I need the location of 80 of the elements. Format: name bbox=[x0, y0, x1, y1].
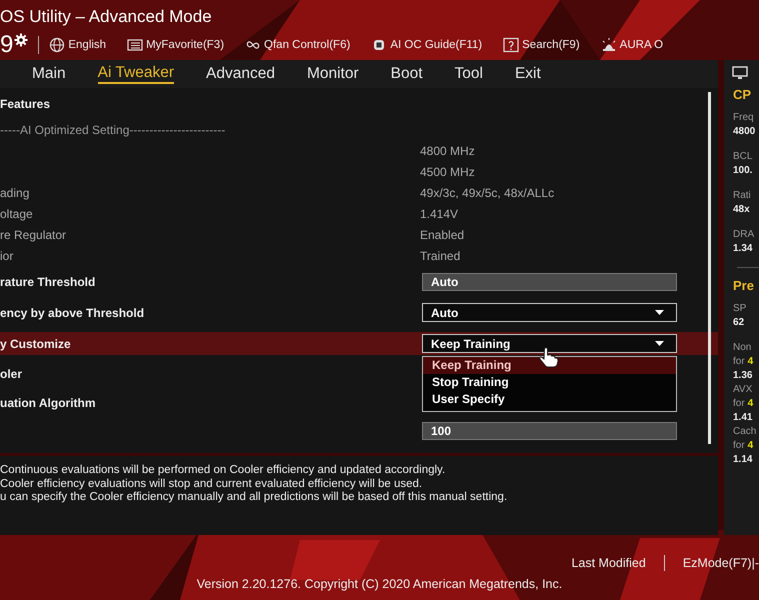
setting-value: Trained bbox=[420, 248, 460, 262]
toolbar-link[interactable]: AURA O bbox=[620, 39, 664, 51]
section-heading: Features bbox=[0, 97, 50, 111]
menu-tab[interactable]: Boot bbox=[390, 64, 423, 84]
toolbar-link[interactable]: Qfan Control(F6) bbox=[264, 39, 350, 51]
help-text: Continuous evaluations will be performed on Cooler efficiency and updated accordingly. bbox=[0, 464, 446, 478]
section-heading: Pre bbox=[733, 278, 755, 293]
folder-icon[interactable] bbox=[127, 39, 143, 51]
menu-tab[interactable]: Advanced bbox=[206, 64, 275, 84]
last-modified-link[interactable]: Last Modified bbox=[571, 556, 646, 570]
menu-tab[interactable]: Exit bbox=[514, 64, 541, 84]
toolbar-link[interactable]: Search(F9) bbox=[522, 39, 580, 51]
monitor-value: 1.36 bbox=[733, 369, 754, 383]
setting-label: ading bbox=[0, 186, 30, 200]
monitor-label: Non bbox=[733, 341, 752, 355]
monitor-value: 1.14 bbox=[733, 453, 754, 467]
setting-label: y Customize bbox=[0, 336, 71, 350]
monitor-label: for bbox=[733, 355, 745, 369]
input-field[interactable]: 100 bbox=[422, 422, 677, 440]
globe-icon[interactable] bbox=[50, 38, 64, 52]
help-text: u can specify the Cooler efficiency manually and all predictions will be based off this manual setting. bbox=[0, 491, 508, 504]
monitor-value: 1.34 bbox=[733, 242, 754, 256]
toolbar-link[interactable]: MyFavorite(F3) bbox=[146, 39, 224, 51]
monitor-label: SP bbox=[733, 302, 748, 316]
monitor-icon[interactable] bbox=[732, 66, 748, 78]
setting-value: 1.414V bbox=[420, 206, 458, 220]
monitor-value: 4 bbox=[748, 439, 754, 453]
setting-label: ior bbox=[0, 248, 14, 262]
menu-tab[interactable]: Main bbox=[32, 64, 66, 84]
setting-value: 4800 MHz bbox=[420, 144, 475, 158]
monitor-value: 1.41 bbox=[733, 411, 754, 425]
menu-option[interactable]: Keep Training bbox=[423, 357, 676, 374]
section-separator: -----AI Optimized Setting------------------------ bbox=[0, 122, 226, 136]
setting-value: Enabled bbox=[420, 228, 464, 242]
setting-value: 49x/3c, 49x/5c, 48x/ALLc bbox=[420, 186, 554, 200]
setting-value: 4500 MHz bbox=[420, 164, 475, 178]
monitor-value: 4800 bbox=[733, 125, 756, 139]
monitor-value: 100. bbox=[733, 164, 754, 178]
caret-icon bbox=[655, 310, 664, 315]
window-title: OS Utility – Advanced Mode bbox=[0, 6, 213, 28]
monitor-value: 48x bbox=[733, 203, 751, 217]
dropdown[interactable]: Auto bbox=[422, 303, 677, 322]
ezmode-link[interactable]: EzMode(F7)|- bbox=[682, 556, 759, 570]
menu-option[interactable]: Stop Training bbox=[423, 374, 676, 391]
monitor-label: Rati bbox=[733, 189, 752, 203]
setting-label: oltage bbox=[0, 206, 33, 220]
menu-tab[interactable]: Ai Tweaker bbox=[98, 64, 174, 84]
scrollbar[interactable] bbox=[708, 92, 711, 444]
menu-tab[interactable]: Tool bbox=[454, 64, 483, 84]
chip-icon[interactable] bbox=[374, 40, 384, 50]
section-heading: CP bbox=[733, 87, 752, 102]
lamp-icon[interactable] bbox=[602, 38, 616, 51]
clock-time: 9 bbox=[0, 32, 14, 58]
monitor-label: Cach bbox=[733, 425, 758, 439]
toolbar-link[interactable]: English bbox=[68, 39, 106, 51]
dropdown[interactable]: Keep Training bbox=[422, 334, 677, 353]
hand-pointer-icon bbox=[539, 347, 558, 368]
settings-icon[interactable] bbox=[14, 34, 28, 46]
caret-icon bbox=[655, 341, 664, 346]
monitor-label: Freq bbox=[733, 111, 755, 125]
toolbar-link[interactable]: AI OC Guide(F11) bbox=[390, 39, 482, 51]
menu-option[interactable]: User Specify bbox=[423, 391, 676, 408]
monitor-label: for bbox=[733, 397, 745, 411]
monitor-label: BCL bbox=[733, 150, 754, 164]
setting-label: ency by above Threshold bbox=[0, 306, 144, 320]
menu-tab[interactable]: Monitor bbox=[306, 64, 359, 84]
setting-label: rature Threshold bbox=[0, 274, 96, 288]
monitor-value: 4 bbox=[748, 355, 754, 369]
monitor-value: 4 bbox=[748, 397, 754, 411]
monitor-label: AVX bbox=[733, 383, 754, 397]
setting-label: oler bbox=[0, 366, 22, 380]
setting-label: uation Algorithm bbox=[0, 396, 96, 410]
monitor-label: for bbox=[733, 439, 745, 453]
copyright-text: Version 2.20.1276. Copyright (C) 2020 American Megatrends, Inc. bbox=[196, 577, 562, 591]
help-icon[interactable] bbox=[504, 38, 519, 52]
help-text: Cooler efficiency evaluations will stop and current evaluated efficiency will be used. bbox=[0, 478, 424, 491]
input-field[interactable]: Auto bbox=[422, 272, 677, 290]
monitor-value: 62 bbox=[733, 316, 746, 330]
setting-label: re Regulator bbox=[0, 228, 66, 242]
monitor-label: DRA bbox=[733, 228, 756, 242]
